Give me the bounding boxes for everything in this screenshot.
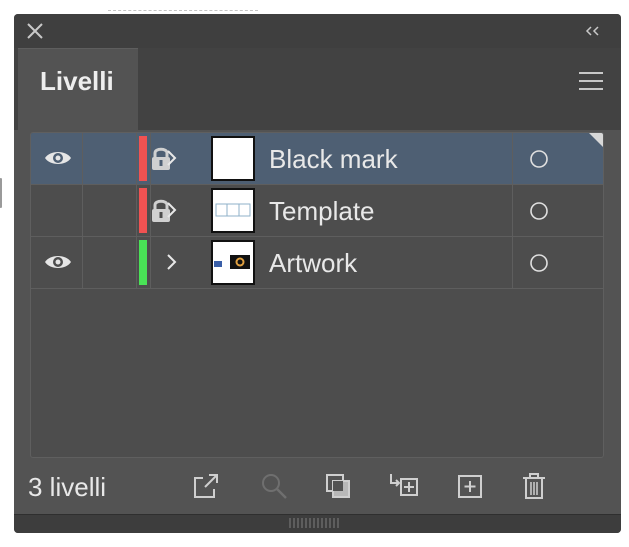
target-circle-icon[interactable] xyxy=(529,201,549,221)
target-circle-icon[interactable] xyxy=(529,149,549,169)
resize-grip-icon[interactable] xyxy=(288,517,340,529)
background-dashed-line xyxy=(108,10,258,12)
artwork-thumbnail-graphic xyxy=(214,255,250,269)
divider xyxy=(150,237,151,288)
layer-list: Black mark Template Artwork xyxy=(30,132,604,458)
divider xyxy=(512,185,513,236)
new-sublayer-icon[interactable] xyxy=(388,470,420,502)
layers-panel: Livelli Black mark Template Artwork 3 li… xyxy=(14,14,621,533)
visibility-toggle[interactable] xyxy=(31,237,83,288)
new-layer-icon[interactable] xyxy=(454,470,486,502)
tab-label: Livelli xyxy=(40,66,114,96)
divider xyxy=(150,185,151,236)
eye-icon xyxy=(45,256,71,268)
layer-thumbnail xyxy=(211,188,255,233)
search-icon[interactable] xyxy=(258,470,290,502)
eye-icon xyxy=(45,152,71,164)
tab-livelli[interactable]: Livelli xyxy=(18,48,138,130)
chevron-right-icon[interactable] xyxy=(163,148,179,168)
layer-name[interactable]: Template xyxy=(269,196,375,227)
selection-corner-indicator xyxy=(589,133,603,147)
layer-row-template[interactable]: Template xyxy=(31,185,603,237)
visibility-toggle[interactable] xyxy=(31,185,83,236)
lock-toggle[interactable] xyxy=(83,185,170,236)
tab-strip: Livelli xyxy=(14,48,621,130)
lock-toggle[interactable] xyxy=(83,237,137,288)
layer-thumbnail xyxy=(211,136,255,181)
layer-color-bar xyxy=(139,240,147,285)
layer-row-black-mark[interactable]: Black mark xyxy=(31,133,603,185)
clipping-mask-icon[interactable] xyxy=(322,470,354,502)
layer-row-artwork[interactable]: Artwork xyxy=(31,237,603,289)
close-icon[interactable] xyxy=(26,22,44,40)
divider xyxy=(150,133,151,184)
resize-bar[interactable] xyxy=(14,514,621,533)
layer-color-bar xyxy=(139,136,147,181)
layer-count: 3 livelli xyxy=(28,472,107,502)
chevron-right-icon[interactable] xyxy=(163,200,179,220)
export-arrow-icon[interactable] xyxy=(190,470,222,502)
layer-name[interactable]: Artwork xyxy=(269,248,357,279)
panel-title-bar xyxy=(14,14,621,48)
panel-footer: 3 livelli xyxy=(14,462,621,512)
layer-thumbnail xyxy=(211,240,255,285)
hamburger-menu-icon[interactable] xyxy=(577,70,605,92)
lock-toggle[interactable] xyxy=(83,133,170,184)
divider xyxy=(512,237,513,288)
chevron-right-icon[interactable] xyxy=(163,252,179,272)
trash-icon[interactable] xyxy=(518,470,550,502)
visibility-toggle[interactable] xyxy=(31,133,83,184)
layer-name[interactable]: Black mark xyxy=(269,144,398,175)
target-circle-icon[interactable] xyxy=(529,253,549,273)
double-chevron-left-icon[interactable] xyxy=(583,22,603,40)
template-thumbnail-graphic xyxy=(215,203,251,217)
divider xyxy=(512,133,513,184)
background-edge-mark xyxy=(0,178,4,208)
layer-color-bar xyxy=(139,188,147,233)
